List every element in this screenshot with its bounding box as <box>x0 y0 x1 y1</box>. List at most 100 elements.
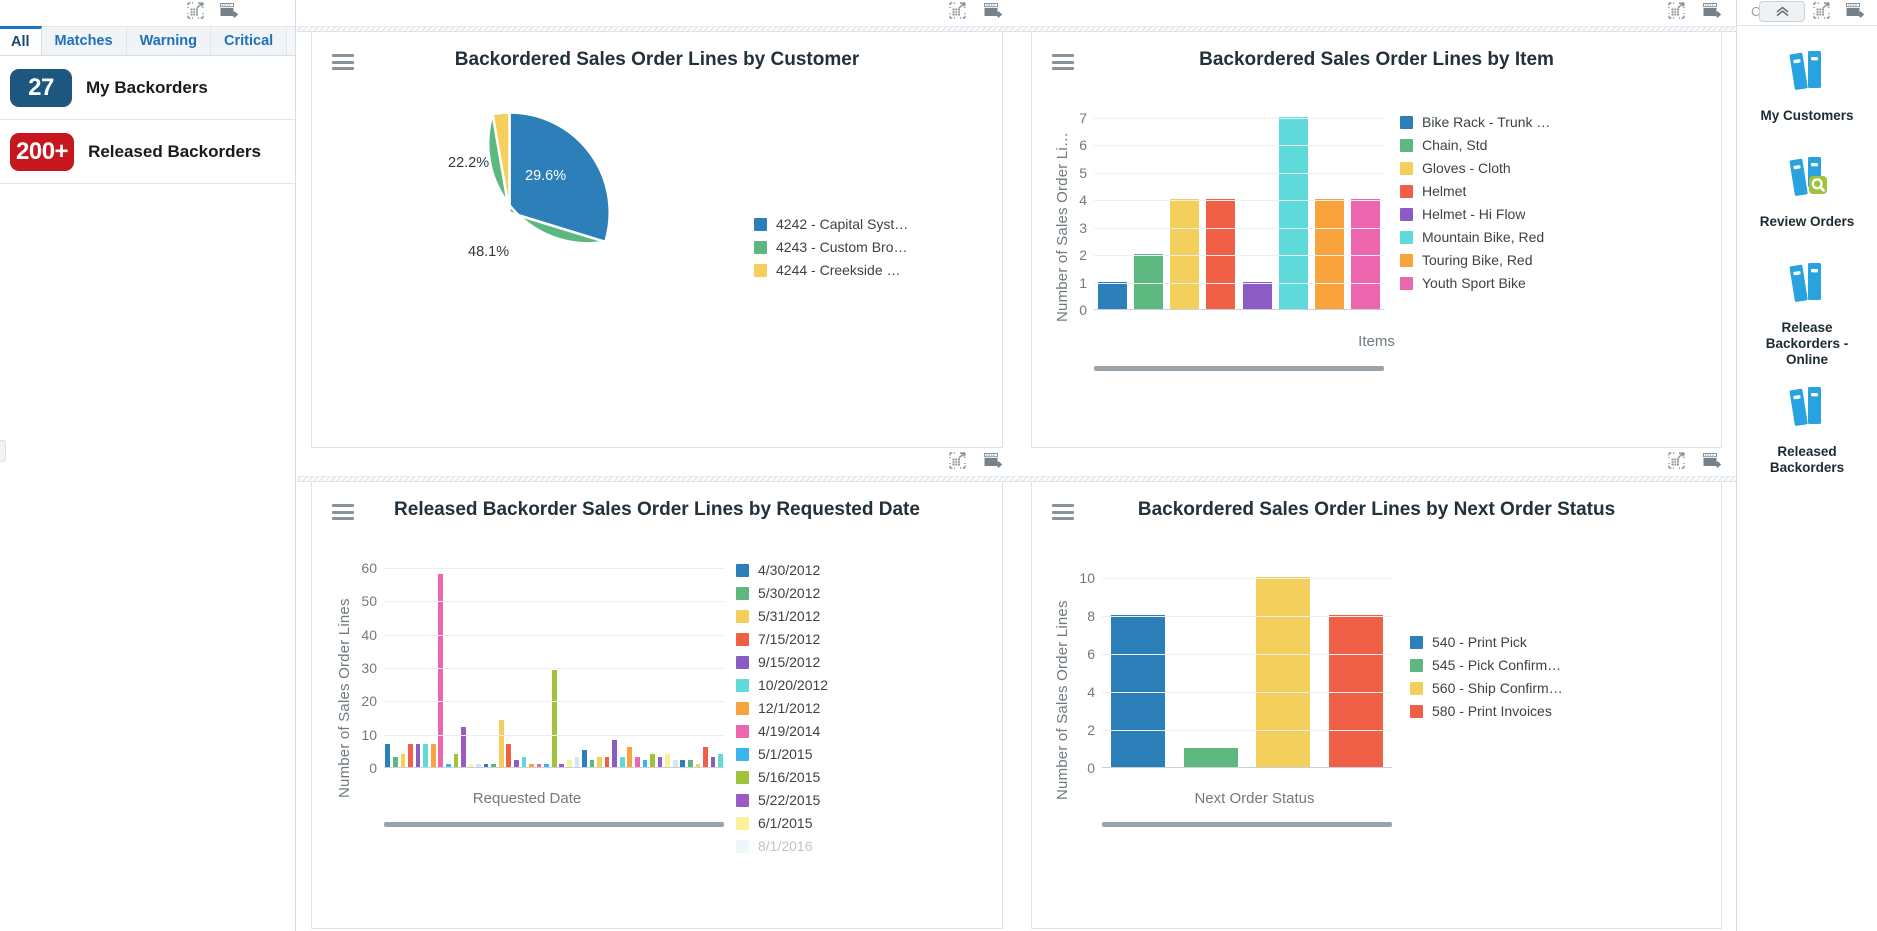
bar[interactable] <box>1170 199 1200 309</box>
bar[interactable] <box>1183 748 1238 767</box>
bar[interactable] <box>627 747 633 767</box>
export-icon[interactable] <box>1703 2 1722 19</box>
bar[interactable] <box>408 743 413 767</box>
expand-grid-icon[interactable] <box>949 2 966 19</box>
bar[interactable] <box>514 760 519 767</box>
legend-item[interactable]: Youth Sport Bike <box>1400 275 1550 291</box>
export-icon[interactable] <box>1703 452 1722 469</box>
bar[interactable] <box>597 757 602 767</box>
legend-item[interactable]: 9/15/2012 <box>736 654 828 670</box>
export-icon[interactable] <box>1846 2 1865 19</box>
bar[interactable] <box>619 757 625 767</box>
bar[interactable] <box>665 753 670 767</box>
legend-item[interactable]: 4242 - Capital Syst… <box>754 216 908 232</box>
horizontal-scrollbar[interactable] <box>384 822 724 827</box>
legend-item[interactable]: 5/1/2015 <box>736 746 828 762</box>
legend-item[interactable]: 4/19/2014 <box>736 723 828 739</box>
bar[interactable] <box>521 757 527 767</box>
bar[interactable] <box>430 743 436 767</box>
bar[interactable] <box>566 760 572 767</box>
bar[interactable] <box>1097 281 1127 309</box>
legend-item[interactable]: Mountain Bike, Red <box>1400 229 1550 245</box>
bar[interactable] <box>423 743 428 767</box>
hamburger-menu-icon[interactable] <box>1052 504 1074 520</box>
bar[interactable] <box>400 753 406 767</box>
sidebar-item-review-orders[interactable]: Review Orders <box>1737 124 1877 230</box>
bar[interactable] <box>453 753 459 767</box>
bar[interactable] <box>476 763 481 767</box>
bar[interactable] <box>1206 199 1236 309</box>
tab-matches[interactable]: Matches <box>41 27 127 55</box>
bar[interactable] <box>1315 199 1345 309</box>
bar[interactable] <box>438 573 444 767</box>
bar[interactable] <box>642 760 648 767</box>
bar[interactable] <box>612 740 617 767</box>
horizontal-scrollbar[interactable] <box>1094 366 1384 371</box>
legend-item[interactable]: 7/15/2012 <box>736 631 828 647</box>
legend-item[interactable]: 545 - Pick Confirm… <box>1410 657 1563 673</box>
sidebar-item-released-backorders[interactable]: Released Backorders <box>1737 368 1877 476</box>
bar[interactable] <box>672 760 678 767</box>
legend-item[interactable]: 4243 - Custom Bro… <box>754 239 908 255</box>
bar[interactable] <box>703 747 708 767</box>
legend-item[interactable]: Helmet - Hi Flow <box>1400 206 1550 222</box>
bar[interactable] <box>635 757 640 767</box>
bar[interactable] <box>604 757 610 767</box>
expand-grid-icon[interactable] <box>949 452 966 469</box>
tab-warning[interactable]: Warning <box>126 27 212 55</box>
horizontal-scrollbar[interactable] <box>1102 822 1392 827</box>
tab-critical[interactable]: Critical <box>211 27 288 55</box>
bar[interactable] <box>491 763 496 767</box>
legend-item[interactable]: Touring Bike, Red <box>1400 252 1550 268</box>
legend-item[interactable]: 4/30/2012 <box>736 562 828 578</box>
bar[interactable] <box>498 720 504 767</box>
expand-grid-icon[interactable] <box>1813 2 1830 19</box>
bar[interactable] <box>385 743 391 767</box>
export-icon[interactable] <box>984 2 1003 19</box>
bar[interactable] <box>393 757 398 767</box>
legend-item[interactable]: 5/31/2012 <box>736 608 828 624</box>
legend-item[interactable]: 5/16/2015 <box>736 769 828 785</box>
bar[interactable] <box>1328 615 1383 767</box>
legend-item[interactable]: Gloves - Cloth <box>1400 160 1550 176</box>
legend-item[interactable]: Bike Rack - Trunk … <box>1400 114 1550 130</box>
expand-grid-icon[interactable] <box>187 2 204 19</box>
expand-grid-icon[interactable] <box>1668 2 1685 19</box>
bar[interactable] <box>506 743 512 767</box>
legend-item[interactable]: 10/20/2012 <box>736 677 828 693</box>
expand-grid-icon[interactable] <box>1668 452 1685 469</box>
bar[interactable] <box>445 763 451 767</box>
bar[interactable] <box>483 763 489 767</box>
kpi-my-backorders[interactable]: 27 My Backorders <box>0 56 295 120</box>
tab-all[interactable]: All <box>0 26 42 55</box>
bar[interactable] <box>650 753 655 767</box>
bar[interactable] <box>589 760 595 767</box>
sidebar-item-release-backorders-online[interactable]: Release Backorders - Online <box>1737 230 1877 368</box>
bar[interactable] <box>415 743 421 767</box>
bar[interactable] <box>1111 615 1166 767</box>
legend-item[interactable]: 6/1/2015 <box>736 815 828 831</box>
legend-item[interactable]: Chain, Std <box>1400 137 1550 153</box>
left-panel-resize-handle[interactable] <box>0 440 6 462</box>
legend-item[interactable]: 5/30/2012 <box>736 585 828 601</box>
bar[interactable] <box>710 757 716 767</box>
bar[interactable] <box>695 763 701 767</box>
bar[interactable] <box>536 763 542 767</box>
bar[interactable] <box>461 727 466 767</box>
bar[interactable] <box>574 757 580 767</box>
bar[interactable] <box>1242 281 1272 309</box>
bar[interactable] <box>559 763 565 767</box>
legend-item[interactable]: 560 - Ship Confirm… <box>1410 680 1563 696</box>
export-icon[interactable] <box>984 452 1003 469</box>
hamburger-menu-icon[interactable] <box>332 504 354 520</box>
hamburger-menu-icon[interactable] <box>332 54 354 70</box>
bar[interactable] <box>582 750 587 767</box>
bar[interactable] <box>1351 199 1381 309</box>
legend-item[interactable]: 12/1/2012 <box>736 700 828 716</box>
hamburger-menu-icon[interactable] <box>1052 54 1074 70</box>
legend-item[interactable]: 540 - Print Pick <box>1410 634 1563 650</box>
bar[interactable] <box>680 760 686 767</box>
legend-item[interactable]: 8/1/2016 <box>736 838 828 854</box>
bar[interactable] <box>551 670 557 767</box>
bar[interactable] <box>1256 577 1311 767</box>
